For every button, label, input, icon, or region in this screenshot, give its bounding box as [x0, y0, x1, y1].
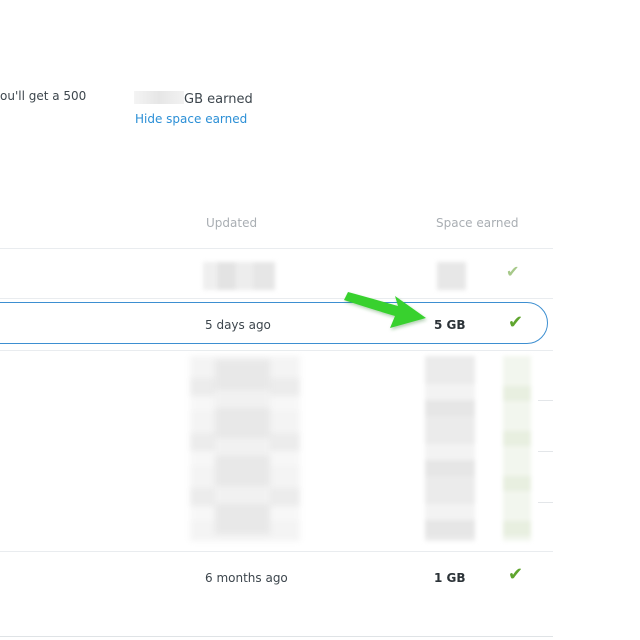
- hide-space-earned-link[interactable]: Hide space earned: [135, 112, 247, 126]
- row-divider: [0, 298, 553, 299]
- space-earned-summary: GB earned: [134, 88, 253, 107]
- redacted-space-column: [425, 356, 475, 541]
- check-icon: ✔: [508, 312, 524, 333]
- row-updated: 6 months ago: [205, 571, 288, 585]
- row-updated: 5 days ago: [205, 318, 271, 332]
- column-header-space-earned: Space earned: [436, 216, 519, 230]
- row-divider: [538, 502, 553, 503]
- row-space-earned: 1 GB: [434, 571, 466, 585]
- highlighted-table-row[interactable]: [0, 302, 548, 344]
- table-bottom-border: [0, 636, 553, 637]
- green-arrow-annotation: [344, 292, 426, 328]
- row-divider: [0, 350, 553, 351]
- check-icon: ✔: [506, 262, 520, 281]
- promo-text: ou'll get a 500: [0, 89, 87, 103]
- redacted-space-cell: [437, 262, 466, 290]
- redacted-check-column: [503, 356, 531, 541]
- redacted-value: [134, 91, 184, 104]
- redacted-updated-cell: [203, 262, 275, 290]
- earned-label: GB earned: [184, 92, 253, 107]
- check-icon: ✔: [508, 564, 524, 585]
- row-divider: [538, 451, 553, 452]
- column-header-updated: Updated: [206, 216, 258, 230]
- redacted-updated-column: [215, 360, 270, 535]
- row-divider: [0, 551, 553, 552]
- header-divider: [0, 248, 553, 249]
- row-divider: [538, 400, 553, 401]
